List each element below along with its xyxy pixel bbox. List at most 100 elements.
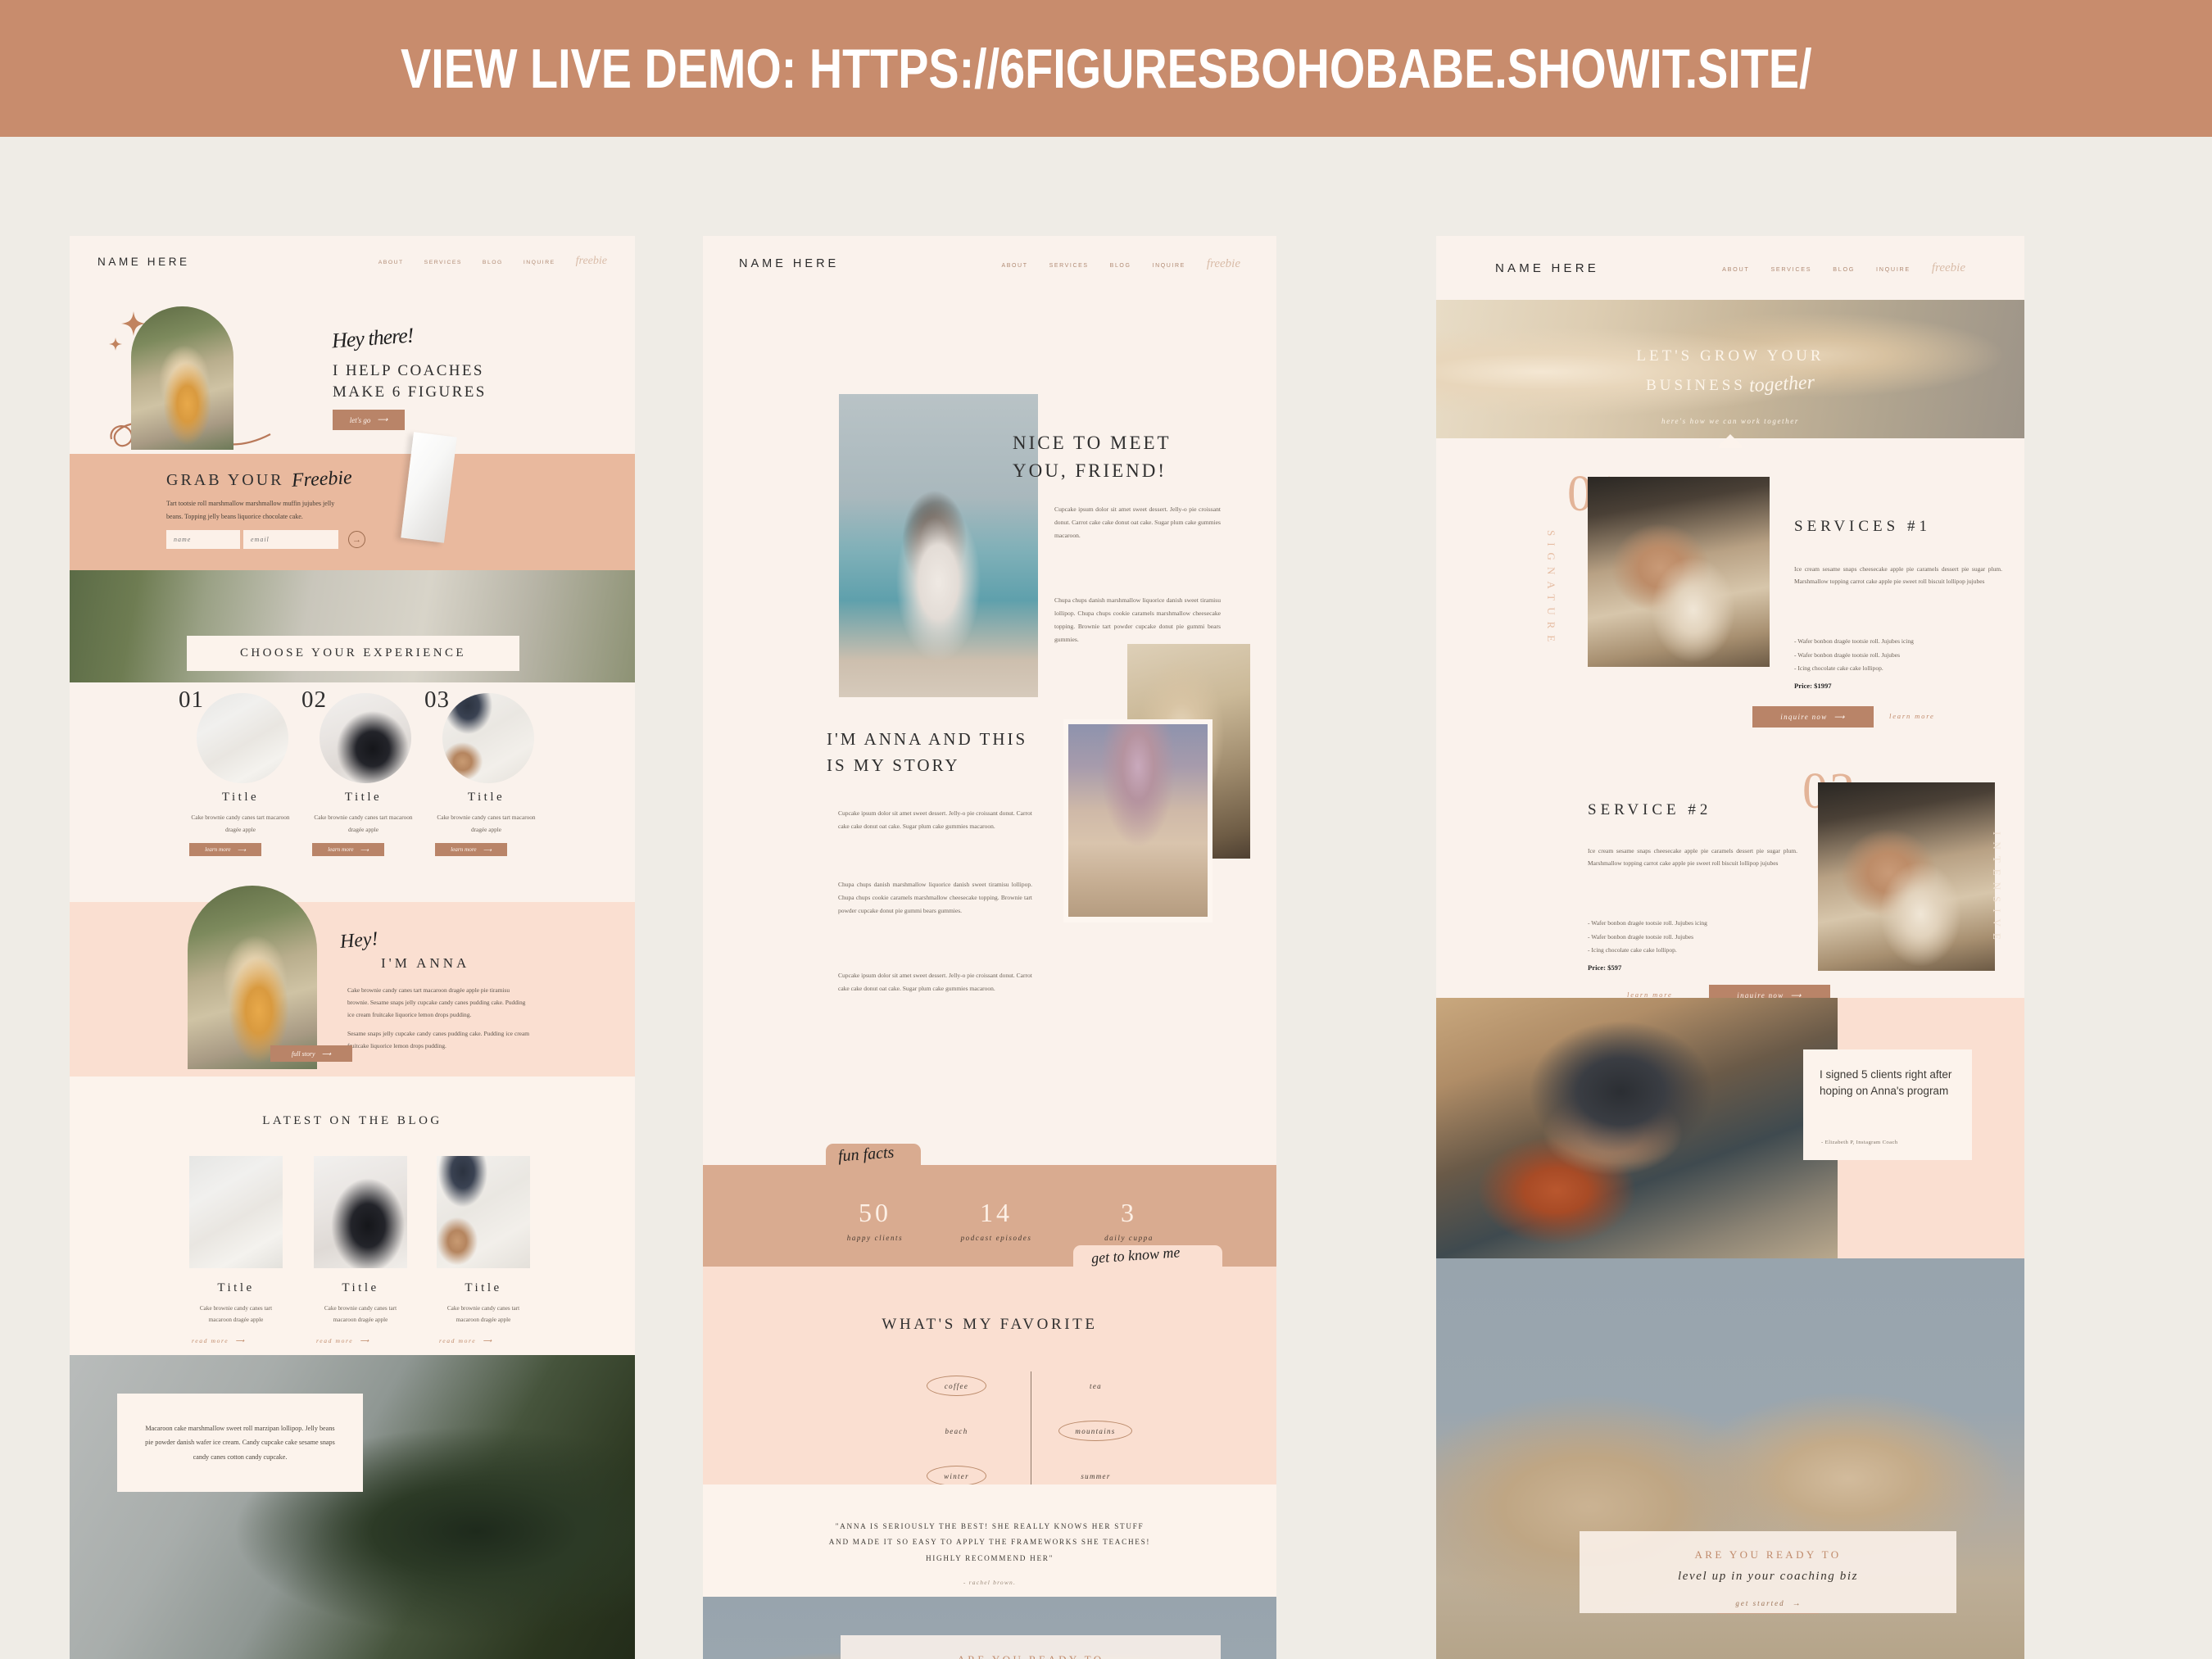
services-cta-headline: level up in your coaching biz [1677, 1570, 1859, 1583]
services-hero-line2-main: BUSINESS [1646, 377, 1746, 394]
about-story-section: I'M ANNA AND THIS IS MY STORY Cupcake ip… [703, 644, 1276, 992]
blog-post[interactable]: Title Cake brownie candy canes tart maca… [314, 1156, 407, 1347]
about-intro-heading-line2: YOU, FRIEND! [1013, 460, 1167, 481]
about-intro-section: NICE TO MEET YOU, FRIEND! Cupcake ipsum … [703, 292, 1276, 697]
nav-item-blog[interactable]: BLOG [483, 260, 503, 265]
blog-post-body: Cake brownie candy canes tart macaroon d… [324, 1305, 397, 1324]
freebie-email-input[interactable] [243, 530, 338, 549]
nav-item-services[interactable]: SERVICES [1049, 263, 1089, 269]
fun-fact-value: 50 [859, 1198, 891, 1227]
fun-fact-stat: 50 happy clients [809, 1198, 941, 1242]
home-page-mockup: NAME HERE ABOUT SERVICES BLOG INQUIRE fr… [70, 236, 635, 1659]
experience-card-cta-label: learn more [451, 846, 477, 853]
arrow-right-icon: ⟶ [360, 1336, 370, 1344]
sparkle-small-icon [109, 338, 122, 351]
nav-item-freebie[interactable]: freebie [1207, 257, 1240, 271]
blog-post[interactable]: Title Cake brownie candy canes tart maca… [437, 1156, 530, 1347]
experience-card-number: 03 [424, 687, 450, 713]
arrow-right-icon: ⟶ [235, 1336, 246, 1344]
fun-fact-stat: 3 daily cuppa [1063, 1198, 1194, 1242]
fun-fact-label: daily cuppa [1104, 1234, 1154, 1242]
about-brand[interactable]: NAME HERE [739, 257, 839, 270]
about-intro-heading-line1: NICE TO MEET [1013, 433, 1172, 453]
services-page-mockup: NAME HERE ABOUT SERVICES BLOG INQUIRE fr… [1436, 236, 2024, 1659]
about-script-text: Hey! [338, 928, 379, 953]
blog-post-title: Title [465, 1281, 502, 1294]
home-blog-section: LATEST ON THE BLOG Title Cake brownie ca… [70, 1077, 635, 1355]
nav-item-about[interactable]: ABOUT [378, 260, 404, 265]
service-1-bullet: - Icing chocolate cake cake lollipop. [1794, 664, 1883, 672]
favorite-option[interactable]: winter [927, 1466, 986, 1486]
service-1-body: Ice cream sesame snaps cheesecake apple … [1794, 565, 2002, 586]
fun-fact-value: 14 [980, 1198, 1013, 1227]
experience-card-cta[interactable]: learn more ⟶ [189, 843, 261, 856]
services-hero-sub: here's how we can work together [1661, 417, 1799, 425]
experience-card-cta-label: learn more [328, 846, 354, 853]
nav-item-about[interactable]: ABOUT [1001, 263, 1027, 269]
freebie-name-input[interactable] [166, 530, 240, 549]
services-testimonial-section: I signed 5 clients right after hoping on… [1436, 998, 2024, 1258]
favorite-option-label: winter [944, 1471, 969, 1480]
favorite-option-label: beach [945, 1426, 968, 1435]
service-1-inquire-label: inquire now [1780, 713, 1828, 721]
about-cta-button[interactable]: full story ⟶ [270, 1045, 352, 1062]
experience-card-cta[interactable]: learn more ⟶ [435, 843, 507, 856]
services-testimonial-author: - Elizabeth P, Instagram Coach [1821, 1140, 1898, 1145]
favorite-option[interactable]: coffee [927, 1376, 986, 1396]
arrow-right-icon: ⟶ [377, 415, 388, 424]
home-site-nav: NAME HERE ABOUT SERVICES BLOG INQUIRE fr… [70, 236, 635, 287]
hero-cta-button[interactable]: let's go ⟶ [333, 410, 405, 430]
service-1-learn-more-link[interactable]: learn more [1889, 712, 1935, 720]
services-brand[interactable]: NAME HERE [1495, 261, 1599, 275]
nav-item-blog[interactable]: BLOG [1833, 265, 1855, 273]
nav-item-about[interactable]: ABOUT [1722, 265, 1749, 273]
services-hero-line1: LET'S GROW YOUR [1636, 347, 1824, 365]
services-hero-line2-script: together [1748, 371, 1815, 397]
services-site-nav: NAME HERE ABOUT SERVICES BLOG INQUIRE fr… [1436, 236, 2024, 300]
service-1-title: SERVICES #1 [1794, 518, 1931, 535]
favorite-option[interactable]: tea [1066, 1376, 1126, 1396]
about-cta-eyebrow: ARE YOU READY TO [841, 1653, 1221, 1659]
about-intro-photo [839, 394, 1038, 697]
nav-item-services[interactable]: SERVICES [424, 260, 462, 265]
service-1-section: 01 SIGNATURE SERVICES #1 Ice cream sesam… [1436, 438, 2024, 728]
nav-item-freebie[interactable]: freebie [1932, 261, 1965, 275]
freebie-submit-button[interactable]: → [348, 531, 365, 548]
experience-card-title: Title [344, 791, 383, 804]
about-page-mockup: NAME HERE ABOUT SERVICES BLOG INQUIRE fr… [703, 236, 1276, 1659]
service-1-learn-more-label: learn more [1889, 712, 1935, 720]
blog-post-cta[interactable]: read more ⟶ [439, 1337, 493, 1344]
service-1-vertical-label: SIGNATURE [1545, 530, 1557, 649]
service-2-bullet: - Wafer bonbon dragée tootsie roll. Juju… [1588, 932, 1694, 941]
service-1-inquire-button[interactable]: inquire now ⟶ [1752, 706, 1874, 728]
home-footer-card: Macaroon cake marshmallow sweet roll mar… [117, 1394, 363, 1492]
services-cta-card: ARE YOU READY TO level up in your coachi… [1580, 1531, 1956, 1614]
home-brand[interactable]: NAME HERE [97, 256, 190, 268]
freebie-title-main: GRAB YOUR [166, 471, 284, 489]
blog-post-title: Title [217, 1281, 255, 1294]
experience-card-body: Cake brownie candy canes tart macaroon d… [191, 814, 290, 833]
nav-item-services[interactable]: SERVICES [1770, 265, 1811, 273]
freebie-section: GRAB YOUR Freebie Tart tootsie roll mars… [70, 432, 635, 570]
experience-cards: 01 Title Cake brownie candy canes tart m… [70, 687, 635, 856]
favorite-option[interactable]: beach [927, 1421, 986, 1441]
blog-post[interactable]: Title Cake brownie candy canes tart maca… [189, 1156, 283, 1347]
blog-post-cta[interactable]: read more ⟶ [316, 1337, 370, 1344]
home-hero: Hey there! I HELP COACHES MAKE 6 FIGURES… [70, 287, 635, 459]
blog-post-cta[interactable]: read more ⟶ [192, 1337, 246, 1344]
favorite-option[interactable]: summer [1066, 1466, 1126, 1486]
favorite-option[interactable]: mountains [1058, 1421, 1132, 1441]
favorites-heading: WHAT'S MY FAVORITE [882, 1316, 1098, 1333]
hero-headline-line2: MAKE 6 FIGURES [333, 383, 487, 401]
experience-card-cta[interactable]: learn more ⟶ [312, 843, 384, 856]
experience-card-number: 02 [301, 687, 327, 713]
nav-item-inquire[interactable]: INQUIRE [1876, 265, 1911, 273]
nav-item-inquire[interactable]: INQUIRE [1153, 263, 1185, 269]
nav-item-freebie[interactable]: freebie [576, 255, 607, 268]
nav-item-blog[interactable]: BLOG [1110, 263, 1131, 269]
services-cta-button[interactable]: get started → [1717, 1595, 1819, 1614]
service-2-bullet: - Wafer bonbon dragée tootsie roll. Juju… [1588, 919, 1707, 927]
arrow-right-icon: ⟶ [483, 1336, 493, 1344]
nav-item-inquire[interactable]: INQUIRE [524, 260, 555, 265]
arrow-right-icon: ⟶ [237, 846, 246, 854]
